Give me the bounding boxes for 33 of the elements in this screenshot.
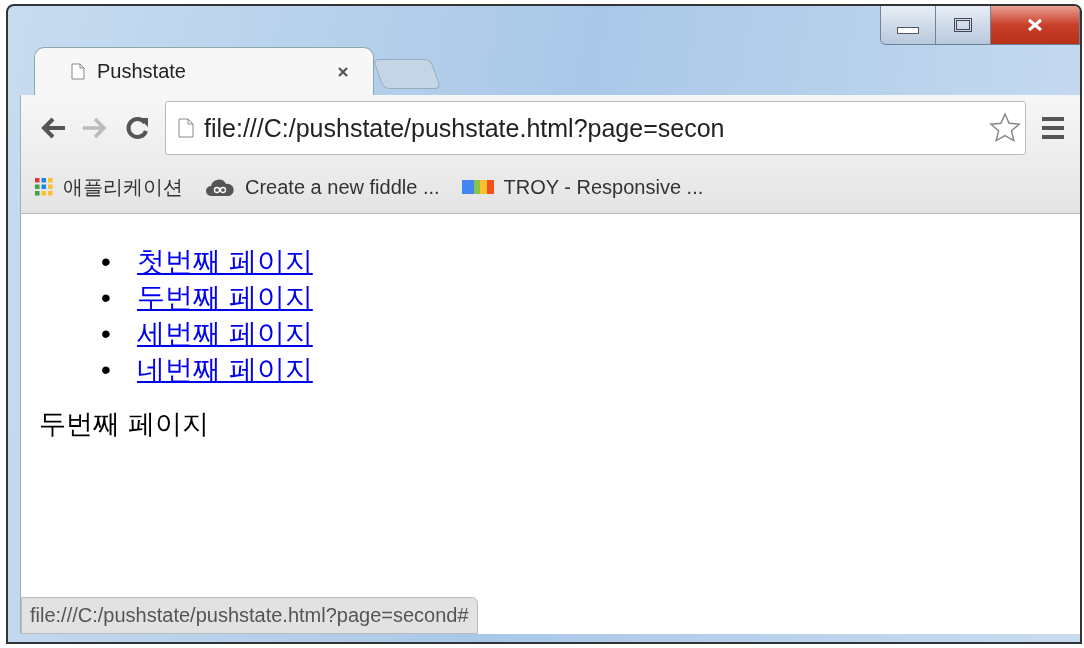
page-icon	[71, 63, 85, 80]
page-icon	[178, 118, 194, 138]
page-link[interactable]: 첫번째 페이지	[137, 246, 313, 277]
page-link[interactable]: 두번째 페이지	[137, 282, 313, 313]
bookmark-label: TROY - Responsive ...	[503, 175, 704, 199]
close-icon	[1025, 18, 1045, 32]
maximize-button[interactable]	[935, 6, 990, 44]
menu-icon[interactable]	[1040, 116, 1066, 140]
bullet: •	[101, 317, 112, 351]
bullet: •	[101, 281, 112, 315]
colored-bars-icon	[461, 180, 494, 194]
page-text: 두번째 페이지	[39, 408, 210, 441]
address-bar[interactable]: file:///C:/pushstate/pushstate.html?page=secon	[165, 101, 1026, 155]
bookmark-label: 애플리케이션	[63, 174, 183, 200]
tab-title: Pushstate	[97, 60, 187, 83]
star-icon[interactable]	[989, 112, 1021, 144]
bookmark[interactable]: 애플리케이션	[35, 173, 183, 201]
bookmark-label: Create a new fiddle ...	[245, 175, 440, 199]
status-bubble: file:///C:/pushstate/pushstate.html?page=second#	[21, 597, 478, 634]
bookmark[interactable]: TROY - Responsive ...	[461, 175, 704, 199]
bullet: •	[101, 245, 112, 279]
apps-grid-icon	[35, 178, 53, 196]
bullet: •	[101, 353, 112, 387]
url-text: file:///C:/pushstate/pushstate.html?page=secon	[204, 113, 726, 143]
back-icon[interactable]	[39, 116, 67, 140]
page-link[interactable]: 세번째 페이지	[137, 318, 313, 349]
page-link[interactable]: 네번째 페이지	[137, 354, 313, 385]
browser-tab[interactable]: Pushstate	[34, 47, 374, 95]
minimize-button[interactable]	[881, 6, 935, 44]
cloud-icon	[205, 177, 235, 197]
bookmark[interactable]: Create a new fiddle ...	[205, 175, 440, 199]
close-button[interactable]	[990, 6, 1079, 44]
close-icon[interactable]	[337, 65, 349, 78]
